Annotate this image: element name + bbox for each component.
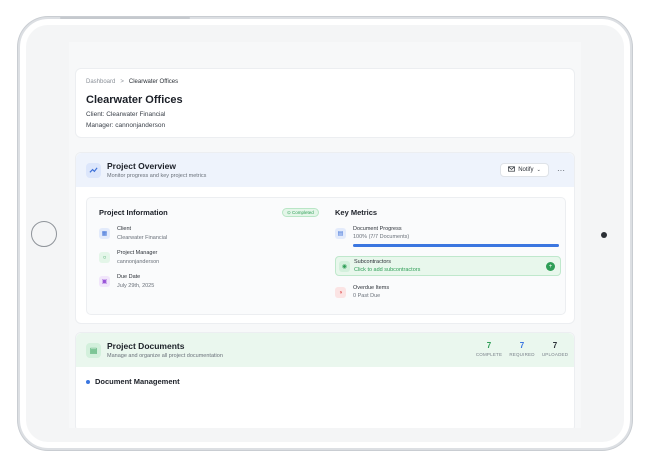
home-button[interactable] [31,221,57,247]
stat-number: 7 [519,341,525,350]
users-icon: ◉ [339,261,350,272]
stat-uploaded: 7 UPLOADED [540,341,570,357]
project-header-card: Dashboard > Clearwater Offices Clearwate… [75,68,575,138]
stat-label: UPLOADED [541,352,569,357]
manager-line: Manager: cannonjanderson [86,122,166,129]
metric-label: Document Progress [353,226,402,232]
stat-complete: 7 COMPLETE [474,341,504,357]
subcontractors-metric[interactable]: ◉ Subcontractors Click to add subcontrac… [335,256,561,276]
info-value: Clearwater Financial [117,235,168,241]
screen: Dashboard > Clearwater Offices Clearwate… [69,42,581,428]
project-documents-card: ▤ Project Documents Manage and organize … [75,332,575,428]
status-badge: ⊙ Completed [282,208,319,217]
documents-header: ▤ Project Documents Manage and organize … [76,333,574,367]
metric-value: 0 Past Due [353,293,381,299]
document-management-section: Document Management [86,377,180,386]
metric-label: Overdue Items [353,285,390,291]
breadcrumb: Dashboard > Clearwater Offices [86,79,178,85]
info-label: Client [117,226,132,232]
add-subcontractor-icon[interactable]: + [546,262,555,271]
breadcrumb-current: Clearwater Offices [128,79,179,85]
metric-value: 100% (7/7 Documents) [353,234,410,240]
stat-label: COMPLETE [475,352,503,357]
bullet-icon [86,379,90,384]
trending-up-icon [86,163,101,178]
overview-header: Project Overview Monitor progress and ke… [76,153,574,187]
overview-panel: Project Information ⊙ Completed ▦ Client… [86,197,566,315]
metric-value: Click to add subcontractors [354,267,421,273]
documents-title: Project Documents [107,341,185,351]
project-overview-card: Project Overview Monitor progress and ke… [75,152,575,324]
progress-bar [353,244,559,247]
camera-dot [601,232,607,238]
building-icon: ▦ [99,228,110,239]
info-value: July 29th, 2025 [117,283,155,289]
calendar-icon: ▣ [99,276,110,287]
overview-title: Project Overview [107,161,176,171]
chevron-down-icon: ⌄ [536,167,541,173]
key-metrics-heading: Key Metrics [335,208,378,217]
breadcrumb-dashboard-link[interactable]: Dashboard [86,79,115,85]
stat-number: 7 [486,341,492,350]
stat-required: 7 REQUIRED [507,341,537,357]
client-line: Client: Clearwater Financial [86,111,166,118]
documents-subtitle: Manage and organize all project document… [107,353,223,359]
notify-label: Notify [518,167,534,173]
breadcrumb-separator: > [120,79,124,85]
progress-fill [353,244,559,247]
alert-icon: ◑ [335,287,346,298]
info-label: Project Manager [117,250,158,256]
overview-subtitle: Monitor progress and key project metrics [107,173,207,179]
project-information-heading: Project Information [99,208,168,217]
stat-label: REQUIRED [509,352,535,357]
stat-number: 7 [552,341,558,350]
metric-label: Subcontractors [354,259,391,265]
more-options-button[interactable]: ··· [554,163,568,177]
info-value: cannonjanderson [117,259,160,265]
notify-button[interactable]: Notify ⌄ [500,163,549,177]
page-title: Clearwater Offices [86,94,183,106]
tablet-top-edge [60,17,190,19]
document-icon: ▤ [86,343,101,358]
document-management-heading: Document Management [95,377,180,386]
info-label: Due Date [117,274,141,280]
mail-icon [508,166,516,174]
user-icon: ○ [99,252,110,263]
document-icon: ▤ [335,228,346,239]
